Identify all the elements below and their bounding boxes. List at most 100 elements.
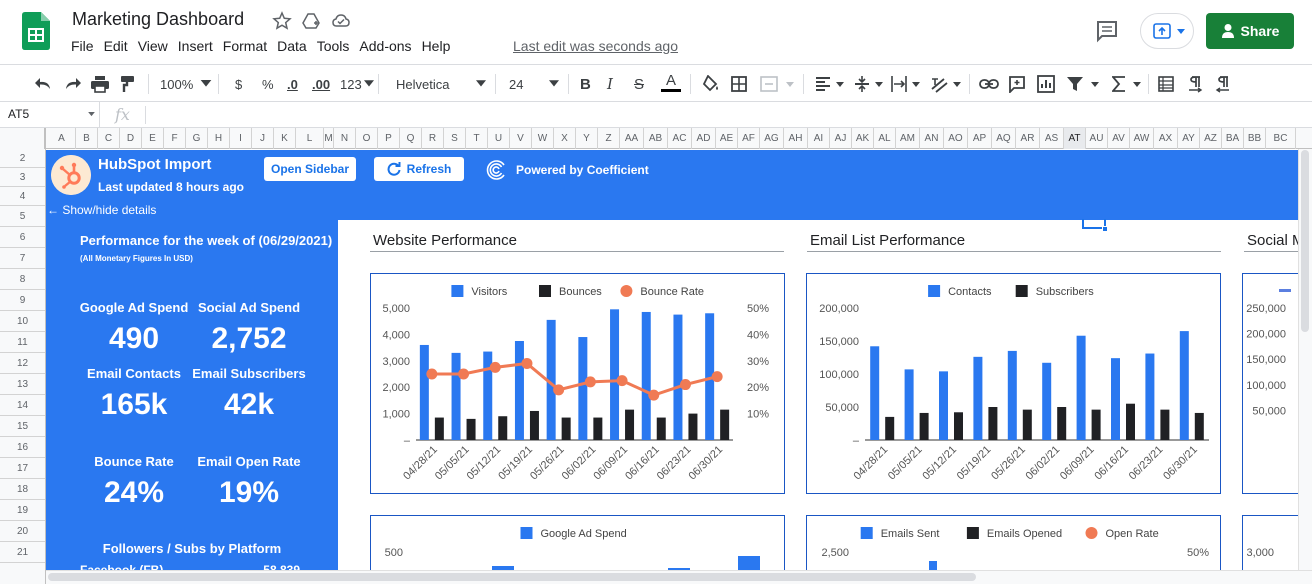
row-header-7[interactable]: 7 xyxy=(0,248,45,269)
column-header-y[interactable]: Y xyxy=(576,128,598,149)
column-header-p[interactable]: P xyxy=(378,128,400,149)
column-header-i[interactable]: I xyxy=(230,128,252,149)
column-header-aw[interactable]: AW xyxy=(1130,128,1154,149)
column-header-h[interactable]: H xyxy=(208,128,230,149)
column-header-t[interactable]: T xyxy=(466,128,488,149)
refresh-button[interactable]: Refresh xyxy=(374,157,464,181)
column-header-u[interactable]: U xyxy=(488,128,510,149)
decrease-decimal-button[interactable]: .0 xyxy=(287,73,298,95)
column-header-an[interactable]: AN xyxy=(920,128,944,149)
column-header-ax[interactable]: AX xyxy=(1154,128,1178,149)
column-header-ae[interactable]: AE xyxy=(716,128,738,149)
column-header-q[interactable]: Q xyxy=(400,128,422,149)
menu-help[interactable]: Help xyxy=(421,38,457,54)
row-header-14[interactable]: 14 xyxy=(0,395,45,416)
menu-data[interactable]: Data xyxy=(276,38,313,54)
more-formats-select[interactable]: 123 xyxy=(340,73,374,95)
column-header-m[interactable]: M xyxy=(324,128,334,149)
column-header-x[interactable]: X xyxy=(554,128,576,149)
column-header-s[interactable]: S xyxy=(444,128,466,149)
currency-format-button[interactable]: $ xyxy=(235,73,242,95)
share-button[interactable]: Share xyxy=(1206,13,1294,49)
document-title[interactable]: Marketing Dashboard xyxy=(72,9,244,30)
row-header-20[interactable]: 20 xyxy=(0,521,45,542)
column-header-f[interactable]: F xyxy=(164,128,186,149)
cloud-status-icon[interactable] xyxy=(331,11,351,31)
column-header-aj[interactable]: AJ xyxy=(830,128,852,149)
column-header-k[interactable]: K xyxy=(274,128,296,149)
menu-edit[interactable]: Edit xyxy=(103,38,134,54)
star-icon[interactable] xyxy=(272,11,292,31)
row-header-2[interactable]: 2 xyxy=(0,149,45,168)
column-header-af[interactable]: AF xyxy=(738,128,760,149)
italic-button[interactable]: I xyxy=(607,73,613,95)
row-header-4[interactable]: 4 xyxy=(0,187,45,206)
column-header-ai[interactable]: AI xyxy=(808,128,830,149)
row-header-18[interactable]: 18 xyxy=(0,479,45,500)
column-header-ab[interactable]: AB xyxy=(644,128,668,149)
row-header-15[interactable]: 15 xyxy=(0,416,45,437)
filter-icon[interactable] xyxy=(1066,73,1100,95)
social-media-chart[interactable]: 250,000 200,000 150,000 100,000 50,000 xyxy=(1242,273,1302,494)
column-header-v[interactable]: V xyxy=(510,128,532,149)
ltr-icon[interactable] xyxy=(1186,73,1204,95)
email-list-performance-chart[interactable]: Contacts Subscribers 200,000 150,000 100,000… xyxy=(806,273,1221,494)
column-header-b[interactable]: B xyxy=(76,128,98,149)
rtl-icon[interactable] xyxy=(1214,73,1232,95)
increase-decimal-button[interactable]: .00 xyxy=(312,73,330,95)
present-button[interactable] xyxy=(1140,13,1194,49)
column-header-a[interactable]: A xyxy=(48,128,76,149)
column-header-aq[interactable]: AQ xyxy=(992,128,1016,149)
merge-icon[interactable] xyxy=(760,73,794,95)
column-header-av[interactable]: AV xyxy=(1108,128,1130,149)
fill-handle[interactable] xyxy=(1102,226,1108,232)
row-header-17[interactable]: 17 xyxy=(0,458,45,479)
row-header-5[interactable]: 5 xyxy=(0,206,45,227)
fill-color-icon[interactable] xyxy=(702,73,720,95)
column-header-ak[interactable]: AK xyxy=(852,128,874,149)
zoom-select[interactable]: 100% xyxy=(160,73,213,95)
column-header-w[interactable]: W xyxy=(532,128,554,149)
row-header-11[interactable]: 11 xyxy=(0,332,45,353)
borders-icon[interactable] xyxy=(731,73,747,95)
column-header-ac[interactable]: AC xyxy=(668,128,692,149)
column-header-at[interactable]: AT xyxy=(1064,128,1086,149)
menu-tools[interactable]: Tools xyxy=(316,38,356,54)
row-header-6[interactable]: 6 xyxy=(0,227,45,248)
row-header-13[interactable]: 13 xyxy=(0,374,45,395)
column-header-ah[interactable]: AH xyxy=(784,128,808,149)
undo-icon[interactable] xyxy=(34,73,54,95)
row-header-10[interactable]: 10 xyxy=(0,311,45,332)
print-icon[interactable] xyxy=(90,73,110,95)
redo-icon[interactable] xyxy=(62,73,82,95)
column-header-ap[interactable]: AP xyxy=(968,128,992,149)
column-header-o[interactable]: O xyxy=(356,128,378,149)
column-header-au[interactable]: AU xyxy=(1086,128,1108,149)
column-header-c[interactable]: C xyxy=(98,128,120,149)
bold-button[interactable]: B xyxy=(580,73,591,95)
menu-format[interactable]: Format xyxy=(222,38,273,54)
column-header-ay[interactable]: AY xyxy=(1178,128,1200,149)
comment-icon[interactable] xyxy=(1094,18,1120,44)
row-header-9[interactable]: 9 xyxy=(0,290,45,311)
open-sidebar-button[interactable]: Open Sidebar xyxy=(264,157,356,181)
column-header-az[interactable]: AZ xyxy=(1200,128,1222,149)
menu-view[interactable]: View xyxy=(137,38,174,54)
column-header-ar[interactable]: AR xyxy=(1016,128,1040,149)
link-icon[interactable] xyxy=(979,73,999,95)
menu-file[interactable]: File xyxy=(70,38,100,54)
comment-add-icon[interactable] xyxy=(1008,73,1026,95)
column-header-bc[interactable]: BC xyxy=(1266,128,1296,149)
column-header-e[interactable]: E xyxy=(142,128,164,149)
text-rotate-icon[interactable] xyxy=(930,73,962,95)
font-size-select[interactable]: 24 xyxy=(509,73,559,95)
column-header-ad[interactable]: AD xyxy=(692,128,716,149)
row-header-21[interactable]: 21 xyxy=(0,542,45,563)
strikethrough-button[interactable]: S xyxy=(634,73,644,95)
row-header-12[interactable]: 12 xyxy=(0,353,45,374)
row-header-8[interactable]: 8 xyxy=(0,269,45,290)
column-header-j[interactable]: J xyxy=(252,128,274,149)
last-edit-link[interactable]: Last edit was seconds ago xyxy=(513,38,678,54)
horizontal-scroll-thumb[interactable] xyxy=(48,573,976,581)
font-family-select[interactable]: Helvetica xyxy=(396,73,486,95)
